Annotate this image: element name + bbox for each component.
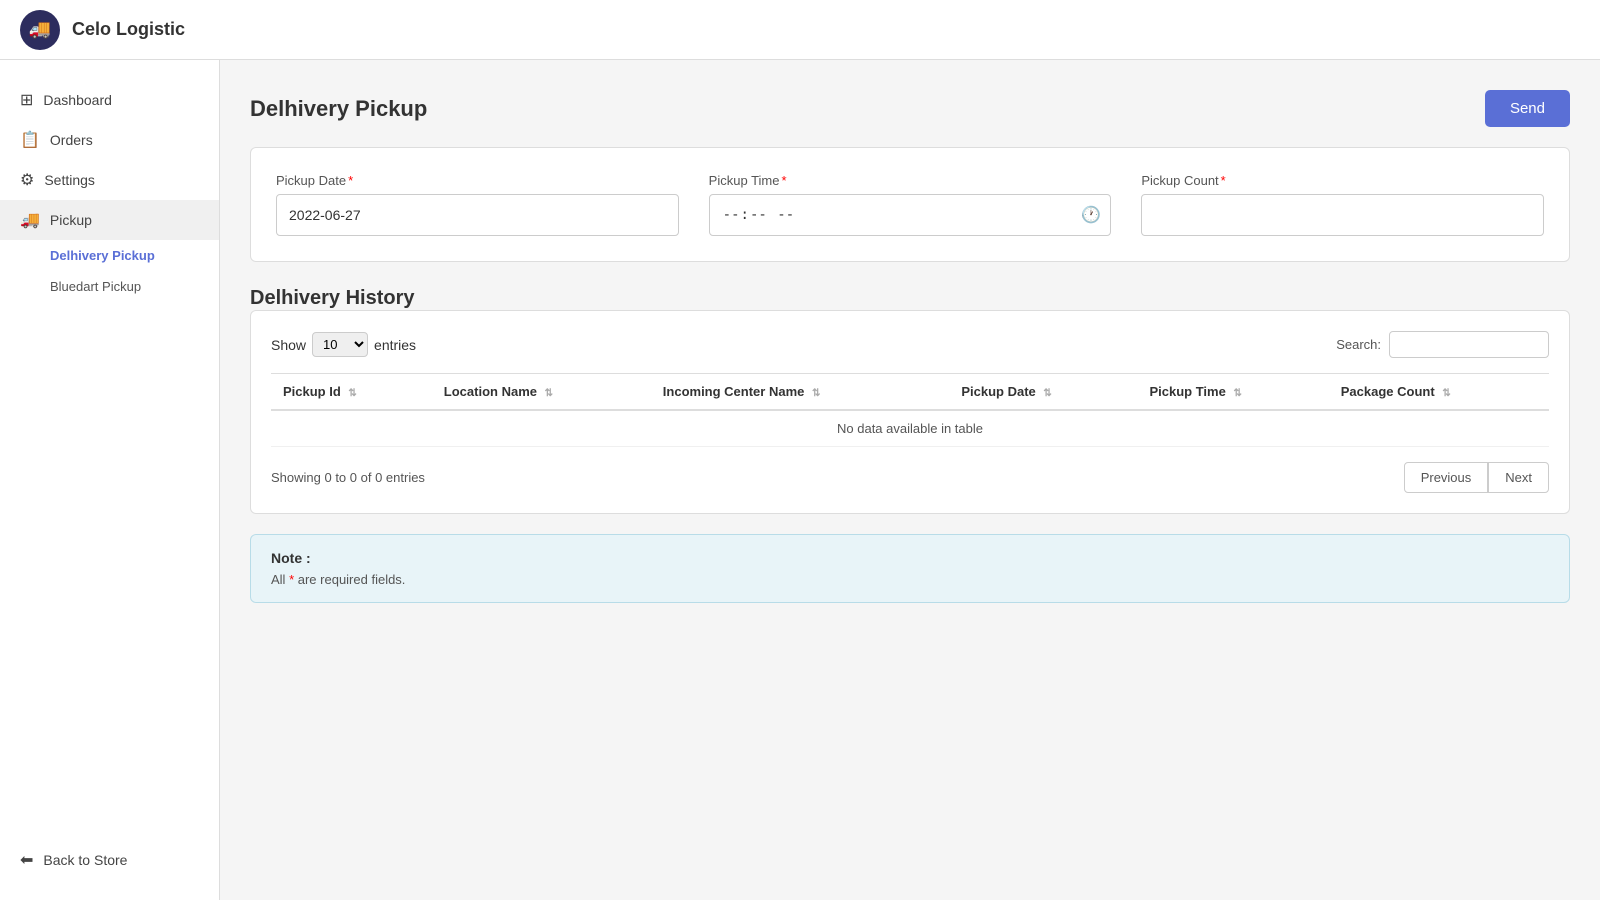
no-data-row: No data available in table [271, 410, 1549, 447]
required-star-date: * [348, 173, 353, 188]
sidebar-subitem-bluedart-pickup[interactable]: Bluedart Pickup [0, 271, 219, 302]
logo: 🚚 [20, 10, 60, 50]
pickup-count-group: Pickup Count* [1141, 173, 1544, 236]
sidebar-subitem-delhivery-pickup[interactable]: Delhivery Pickup [0, 240, 219, 271]
app-title: Celo Logistic [72, 19, 185, 40]
entries-select[interactable]: 10 25 50 100 [312, 332, 368, 357]
table-header-row: Pickup Id ⇅ Location Name ⇅ Incoming Cen… [271, 374, 1549, 411]
col-package-count: Package Count ⇅ [1329, 374, 1549, 411]
main-content: Delhivery Pickup Send Pickup Date* Picku… [220, 60, 1600, 900]
pagination-row: Showing 0 to 0 of 0 entries Previous Nex… [271, 462, 1549, 493]
history-title: Delhivery History [250, 287, 1570, 310]
pickup-count-label: Pickup Count* [1141, 173, 1544, 188]
sidebar-item-label-settings: Settings [44, 172, 95, 188]
back-to-store-label: Back to Store [43, 852, 127, 868]
sort-icon-package-count[interactable]: ⇅ [1442, 388, 1450, 399]
note-text: All * are required fields. [271, 572, 1549, 587]
required-star-count: * [1221, 173, 1226, 188]
col-pickup-date: Pickup Date ⇅ [949, 374, 1137, 411]
col-incoming-center-name: Incoming Center Name ⇅ [651, 374, 950, 411]
layout: ⊞ Dashboard 📋 Orders ⚙ Settings 🚚 Pickup… [0, 60, 1600, 900]
sort-icon-pickup-date[interactable]: ⇅ [1043, 388, 1051, 399]
pickup-count-input[interactable] [1141, 194, 1544, 236]
form-row: Pickup Date* Pickup Time* 🕐 [276, 173, 1544, 236]
sidebar-item-label-pickup: Pickup [50, 212, 92, 228]
sort-icon-pickup-time[interactable]: ⇅ [1233, 388, 1241, 399]
entries-label: entries [374, 337, 416, 353]
sort-icon-pickup-id[interactable]: ⇅ [348, 388, 356, 399]
settings-icon: ⚙ [20, 170, 34, 190]
history-card: Show 10 25 50 100 entries Search: [250, 310, 1570, 514]
next-button[interactable]: Next [1488, 462, 1549, 493]
sidebar-item-orders[interactable]: 📋 Orders [0, 120, 219, 160]
pagination-buttons: Previous Next [1404, 462, 1549, 493]
showing-text: Showing 0 to 0 of 0 entries [271, 470, 425, 485]
pickup-icon: 🚚 [20, 210, 40, 230]
search-input[interactable] [1389, 331, 1549, 358]
table-controls: Show 10 25 50 100 entries Search: [271, 331, 1549, 358]
page-title: Delhivery Pickup [250, 96, 427, 122]
pickup-time-group: Pickup Time* 🕐 [709, 173, 1112, 236]
pickup-date-group: Pickup Date* [276, 173, 679, 236]
note-suffix: are required fields. [298, 572, 406, 587]
required-star-time: * [781, 173, 786, 188]
sidebar-subitem-label-bluedart: Bluedart Pickup [50, 279, 141, 294]
note-title: Note : [271, 550, 1549, 566]
sidebar-item-label-dashboard: Dashboard [43, 92, 112, 108]
page-header: Delhivery Pickup Send [250, 90, 1570, 127]
note-star: * [289, 572, 298, 587]
note-box: Note : All * are required fields. [250, 534, 1570, 603]
dashboard-icon: ⊞ [20, 90, 33, 110]
pickup-time-label: Pickup Time* [709, 173, 1112, 188]
sidebar-item-dashboard[interactable]: ⊞ Dashboard [0, 80, 219, 120]
header: 🚚 Celo Logistic [0, 0, 1600, 60]
sidebar-subitem-label-delhivery: Delhivery Pickup [50, 248, 155, 263]
send-button[interactable]: Send [1485, 90, 1570, 127]
sidebar-item-settings[interactable]: ⚙ Settings [0, 160, 219, 200]
col-pickup-id: Pickup Id ⇅ [271, 374, 432, 411]
col-location-name: Location Name ⇅ [432, 374, 651, 411]
col-pickup-time: Pickup Time ⇅ [1137, 374, 1328, 411]
sidebar: ⊞ Dashboard 📋 Orders ⚙ Settings 🚚 Pickup… [0, 60, 220, 900]
pickup-date-label: Pickup Date* [276, 173, 679, 188]
orders-icon: 📋 [20, 130, 40, 150]
show-label: Show [271, 337, 306, 353]
pickup-date-input[interactable] [276, 194, 679, 236]
sort-icon-location-name[interactable]: ⇅ [545, 388, 553, 399]
no-data-message: No data available in table [271, 410, 1549, 447]
pickup-time-input[interactable] [709, 194, 1112, 236]
pickup-form-card: Pickup Date* Pickup Time* 🕐 [250, 147, 1570, 262]
sidebar-item-pickup[interactable]: 🚚 Pickup [0, 200, 219, 240]
back-to-store-button[interactable]: ⬅ Back to Store [0, 840, 219, 880]
note-prefix: All [271, 572, 285, 587]
search-label: Search: [1336, 337, 1381, 352]
previous-button[interactable]: Previous [1404, 462, 1489, 493]
time-wrapper: 🕐 [709, 194, 1112, 236]
search-row: Search: [1336, 331, 1549, 358]
back-icon: ⬅ [20, 850, 33, 870]
sidebar-item-label-orders: Orders [50, 132, 93, 148]
logo-icon: 🚚 [29, 19, 51, 40]
sort-icon-incoming-center[interactable]: ⇅ [812, 388, 820, 399]
show-entries: Show 10 25 50 100 entries [271, 332, 416, 357]
history-table: Pickup Id ⇅ Location Name ⇅ Incoming Cen… [271, 373, 1549, 447]
